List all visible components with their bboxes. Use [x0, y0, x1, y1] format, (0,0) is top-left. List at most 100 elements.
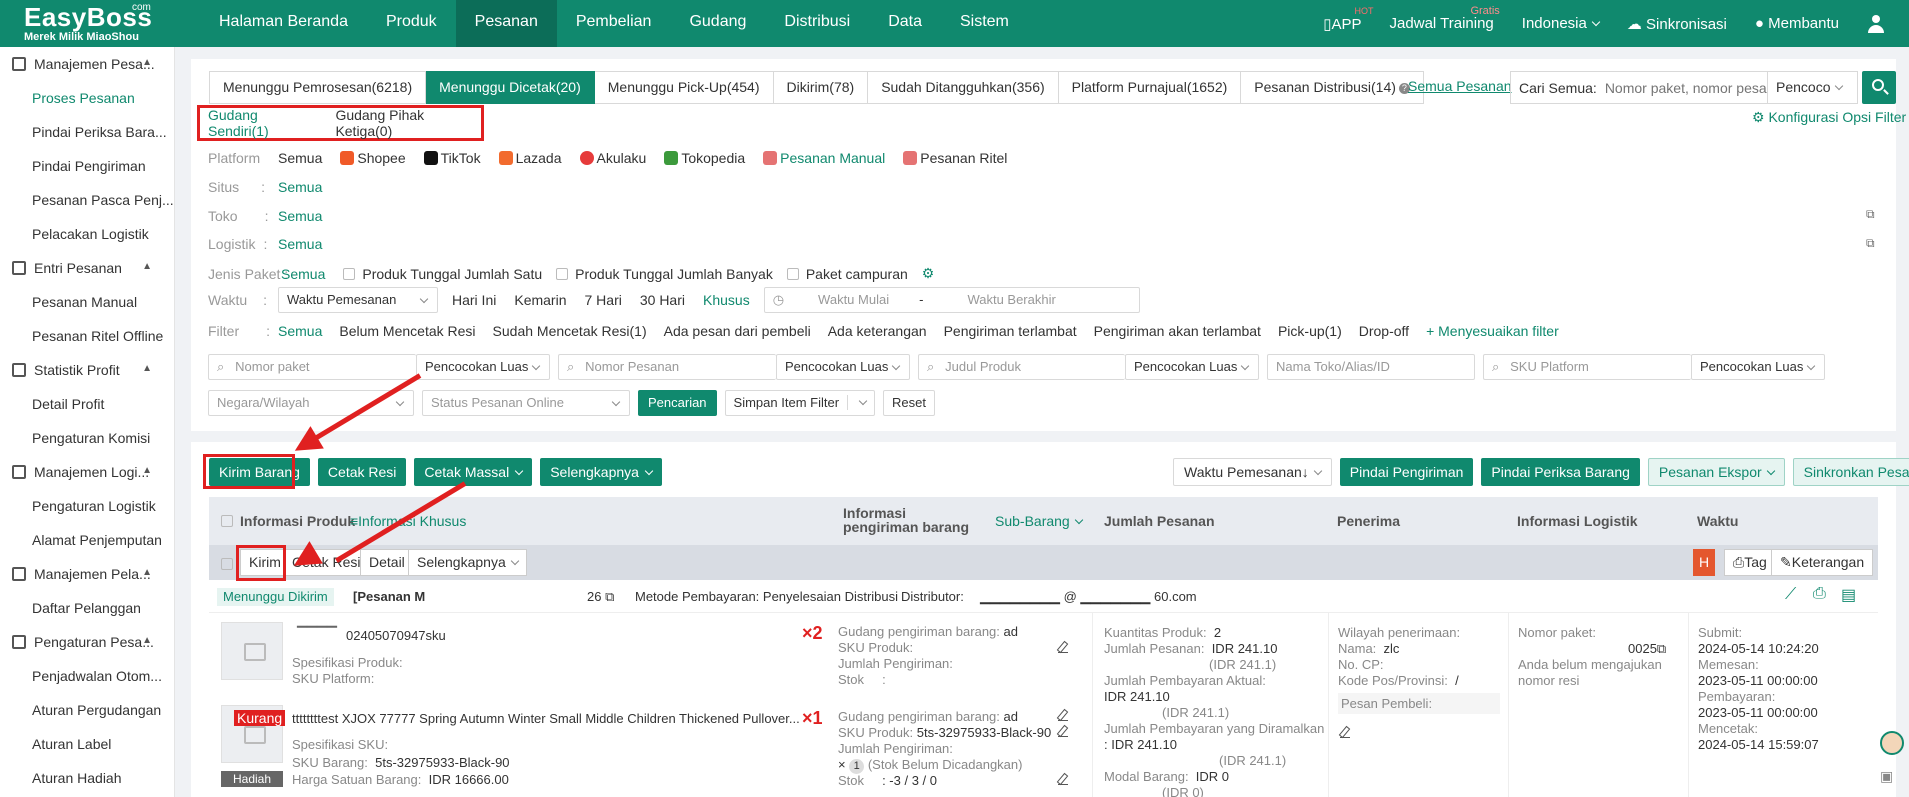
logistik-all[interactable]: Semua: [278, 236, 322, 252]
platform-tokopedia[interactable]: Tokopedia: [664, 150, 745, 166]
copy-icon[interactable]: ⧉: [1866, 236, 1875, 251]
filter-ada-pesan[interactable]: Ada pesan dari pembeli: [664, 323, 811, 339]
platform-manual[interactable]: Pesanan Manual: [763, 150, 885, 166]
waktu-select[interactable]: Waktu Pemesanan: [278, 287, 438, 313]
app-link[interactable]: ▯APP HOT: [1323, 6, 1373, 33]
jenis-option-3[interactable]: Paket campuran: [773, 266, 908, 282]
edit-icon[interactable]: [1058, 727, 1068, 737]
select-all-checkbox[interactable]: [221, 513, 240, 529]
jenis-option-1[interactable]: Produk Tunggal Jumlah Satu: [329, 266, 542, 282]
nav-pesanan[interactable]: Pesanan: [455, 0, 557, 47]
sidebar-item-pengaturan-logistik[interactable]: Pengaturan Logistik: [0, 489, 174, 523]
jenis-option-2[interactable]: Produk Tunggal Jumlah Banyak: [542, 266, 773, 282]
detail-button[interactable]: Detail: [360, 549, 414, 576]
waktu-7-hari[interactable]: 7 Hari: [585, 292, 622, 308]
copy-icon[interactable]: ⧉: [605, 589, 614, 604]
situs-all[interactable]: Semua: [278, 179, 322, 195]
nav-pembelian[interactable]: Pembelian: [557, 0, 671, 47]
custom-filter-link[interactable]: + Menyesuaikan filter: [1426, 323, 1559, 339]
filter-belum-cetak[interactable]: Belum Mencetak Resi: [339, 323, 475, 339]
assistant-avatar-icon[interactable]: [1880, 731, 1904, 755]
waktu-hari-ini[interactable]: Hari Ini: [452, 292, 496, 308]
sidebar-item-hadiah[interactable]: Aturan Hadiah: [0, 761, 174, 795]
sinkronkan-button[interactable]: Sinkronkan Pesanan: [1792, 458, 1909, 486]
platform-shopee[interactable]: Shopee: [340, 150, 406, 166]
filter-all[interactable]: Semua: [278, 323, 322, 339]
platform-ritel[interactable]: Pesanan Ritel: [903, 150, 1007, 166]
nav-distribusi[interactable]: Distribusi: [765, 0, 869, 47]
sidebar-item-alamat[interactable]: Alamat Penjemputan: [0, 523, 174, 557]
search-button[interactable]: [1862, 71, 1896, 104]
tab-gudang-sendiri[interactable]: Gudang Sendiri(1): [208, 107, 319, 139]
filter-akan-terlambat[interactable]: Pengiriman akan terlambat: [1094, 323, 1261, 339]
tab-ditangguhkan[interactable]: Sudah Ditangguhkan(356): [868, 71, 1059, 104]
sync-link[interactable]: ☁ Sinkronisasi: [1627, 15, 1727, 33]
sidebar-item-pergudangan[interactable]: Aturan Pergudangan: [0, 693, 174, 727]
tab-dikirim[interactable]: Dikirim(78): [773, 71, 869, 104]
sidebar-item-komisi[interactable]: Pengaturan Komisi: [0, 421, 174, 455]
filter-terlambat[interactable]: Pengiriman terlambat: [944, 323, 1077, 339]
search-mode-select[interactable]: Pencoco: [1767, 72, 1857, 103]
language-select[interactable]: Indonesia: [1522, 15, 1601, 32]
nav-home[interactable]: Halaman Beranda: [200, 0, 367, 47]
gear-icon[interactable]: ⚙: [922, 265, 935, 282]
sidebar-item-detail-profit[interactable]: Detail Profit: [0, 387, 174, 421]
training-link[interactable]: Jadwal Training Gratis: [1390, 5, 1500, 32]
sidebar-group-entri[interactable]: Entri Pesanan ▲: [0, 251, 174, 285]
sidebar-item-pindai-pengiriman[interactable]: Pindai Pengiriman: [0, 149, 174, 183]
nama-toko-input[interactable]: Nama Toko/Alias/ID: [1267, 354, 1475, 380]
platform-akulaku[interactable]: Akulaku: [579, 150, 646, 166]
status-online-select[interactable]: Status Pesanan Online: [422, 390, 630, 416]
pesanan-ekspor-button[interactable]: Pesanan Ekspor: [1647, 458, 1785, 486]
sidebar-item-pasca-penjualan[interactable]: Pesanan Pasca Penj...: [0, 183, 174, 217]
toko-all[interactable]: Semua: [278, 208, 322, 224]
sub-barang-toggle[interactable]: Sub-Barang: [995, 513, 1083, 529]
pindai-periksa-button[interactable]: Pindai Periksa Barang: [1481, 458, 1640, 486]
filter-dropoff[interactable]: Drop-off: [1359, 323, 1409, 339]
tag-button[interactable]: ⎙Tag: [1724, 549, 1776, 576]
nomor-pesanan-input[interactable]: ⌕ Nomor Pesanan: [558, 354, 776, 380]
user-avatar-icon[interactable]: [1867, 14, 1885, 33]
copy-icon[interactable]: ⧉: [1657, 641, 1666, 656]
sku-platform-input[interactable]: ⌕ SKU Platform: [1483, 354, 1691, 380]
keterangan-button[interactable]: ✎Keterangan: [1771, 549, 1874, 576]
sidebar-item-label[interactable]: Aturan Label: [0, 727, 174, 761]
judul-produk-input[interactable]: ⌕ Judul Produk: [918, 354, 1125, 380]
save-filter-button[interactable]: Simpan Item Filter: [724, 390, 876, 416]
chart-icon[interactable]: ⟋: [1785, 586, 1796, 604]
edit-icon[interactable]: [1058, 775, 1068, 785]
nav-gudang[interactable]: Gudang: [670, 0, 765, 47]
sidebar-item-proses-pesanan[interactable]: Proses Pesanan: [0, 81, 174, 115]
h-badge[interactable]: H: [1693, 549, 1716, 576]
match-select[interactable]: Pencocokan Luas: [416, 354, 550, 380]
filter-ada-keterangan[interactable]: Ada keterangan: [828, 323, 927, 339]
match-select[interactable]: Pencocokan Luas: [1691, 354, 1825, 380]
sidebar-group-pelanggan[interactable]: Manajemen Pela... ▲: [0, 557, 174, 591]
sidebar-group-pengaturan[interactable]: Pengaturan Pesa... ▲: [0, 625, 174, 659]
nav-data[interactable]: Data: [869, 0, 941, 47]
logo[interactable]: EasyBoss com Merek Milik MiaoShou: [24, 2, 184, 44]
pindai-pengiriman-button[interactable]: Pindai Pengiriman: [1339, 458, 1474, 486]
nomor-paket-input[interactable]: ⌕ Nomor paket: [208, 354, 416, 380]
waktu-kemarin[interactable]: Kemarin: [514, 292, 566, 308]
sidebar-item-penjadwalan[interactable]: Penjadwalan Otom...: [0, 659, 174, 693]
platform-all[interactable]: Semua: [278, 150, 322, 166]
row-selengkapnya-button[interactable]: Selengkapnya: [408, 549, 527, 576]
tab-gudang-pihak-ketiga[interactable]: Gudang Pihak Ketiga(0): [335, 107, 481, 139]
tab-distribusi[interactable]: Pesanan Distribusi(14)?: [1241, 71, 1424, 104]
tab-menunggu-pickup[interactable]: Menunggu Pick-Up(454): [594, 71, 774, 104]
search-submit-button[interactable]: Pencarian: [638, 390, 717, 416]
edit-icon[interactable]: [1058, 711, 1068, 721]
sort-select[interactable]: Waktu Pemesanan↓: [1173, 458, 1332, 486]
sidebar-item-pindai-periksa[interactable]: Pindai Periksa Bara...: [0, 115, 174, 149]
search-input[interactable]: [1604, 79, 1767, 96]
feedback-icon[interactable]: ▣: [1880, 768, 1893, 785]
edit-icon[interactable]: [1340, 728, 1350, 738]
platform-lazada[interactable]: Lazada: [498, 150, 562, 166]
clipboard-icon[interactable]: ▤: [1841, 585, 1856, 605]
selengkapnya-button[interactable]: Selengkapnya: [540, 458, 662, 486]
filter-config-link[interactable]: ⚙ Konfigurasi Opsi Filter: [1752, 109, 1906, 126]
cetak-resi-button[interactable]: Cetak Resi: [317, 458, 407, 486]
printer-icon[interactable]: ⎙: [1813, 585, 1826, 603]
match-select[interactable]: Pencocokan Luas: [1125, 354, 1259, 380]
